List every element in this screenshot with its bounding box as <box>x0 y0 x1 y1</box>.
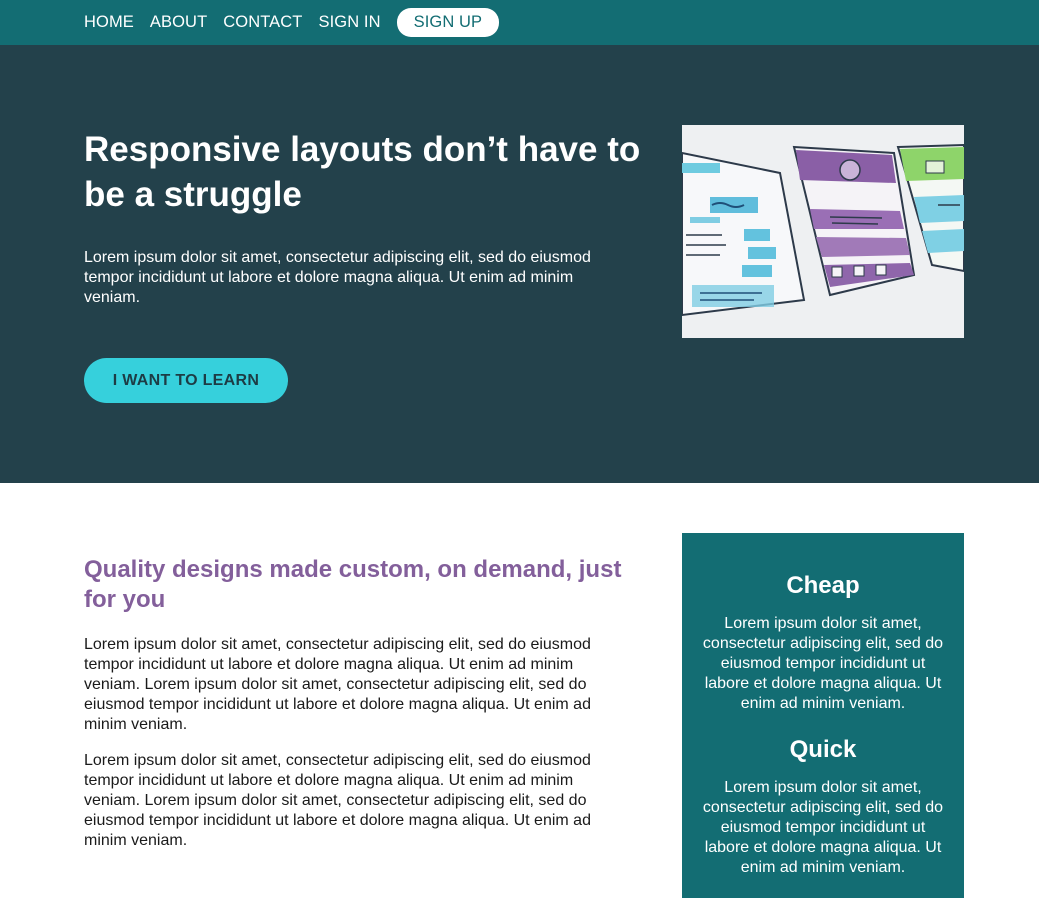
section-heading: Quality designs made custom, on demand, … <box>84 556 622 613</box>
hero-text: Lorem ipsum dolor sit amet, consectetur … <box>84 249 591 306</box>
learn-button[interactable]: I WANT TO LEARN <box>84 358 288 403</box>
main-content: Quality designs made custom, on demand, … <box>0 483 1039 898</box>
top-navigation: HOME ABOUT CONTACT SIGN IN SIGN UP <box>0 0 1039 45</box>
feature-title-quick: Quick <box>789 736 857 763</box>
hero-title: Responsive layouts don’t have to be a st… <box>84 130 641 214</box>
nav-link-about[interactable]: ABOUT <box>150 13 207 32</box>
features-sidebar: Cheap Lorem ipsum dolor sit amet, consec… <box>682 533 964 898</box>
sign-up-button[interactable]: SIGN UP <box>396 8 500 37</box>
body-paragraph-1: Lorem ipsum dolor sit amet, consectetur … <box>84 636 591 733</box>
nav-link-contact[interactable]: CONTACT <box>223 13 302 32</box>
feature-text-cheap: Lorem ipsum dolor sit amet, consectetur … <box>702 615 944 712</box>
wireframe-sketches-image <box>682 125 964 338</box>
body-paragraph-2: Lorem ipsum dolor sit amet, consectetur … <box>84 752 591 849</box>
hero-section: Responsive layouts don’t have to be a st… <box>0 45 1039 483</box>
nav-link-home[interactable]: HOME <box>84 13 134 32</box>
feature-title-cheap: Cheap <box>786 572 860 599</box>
feature-text-quick: Lorem ipsum dolor sit amet, consectetur … <box>702 779 944 876</box>
nav-link-sign-in[interactable]: SIGN IN <box>318 13 380 32</box>
